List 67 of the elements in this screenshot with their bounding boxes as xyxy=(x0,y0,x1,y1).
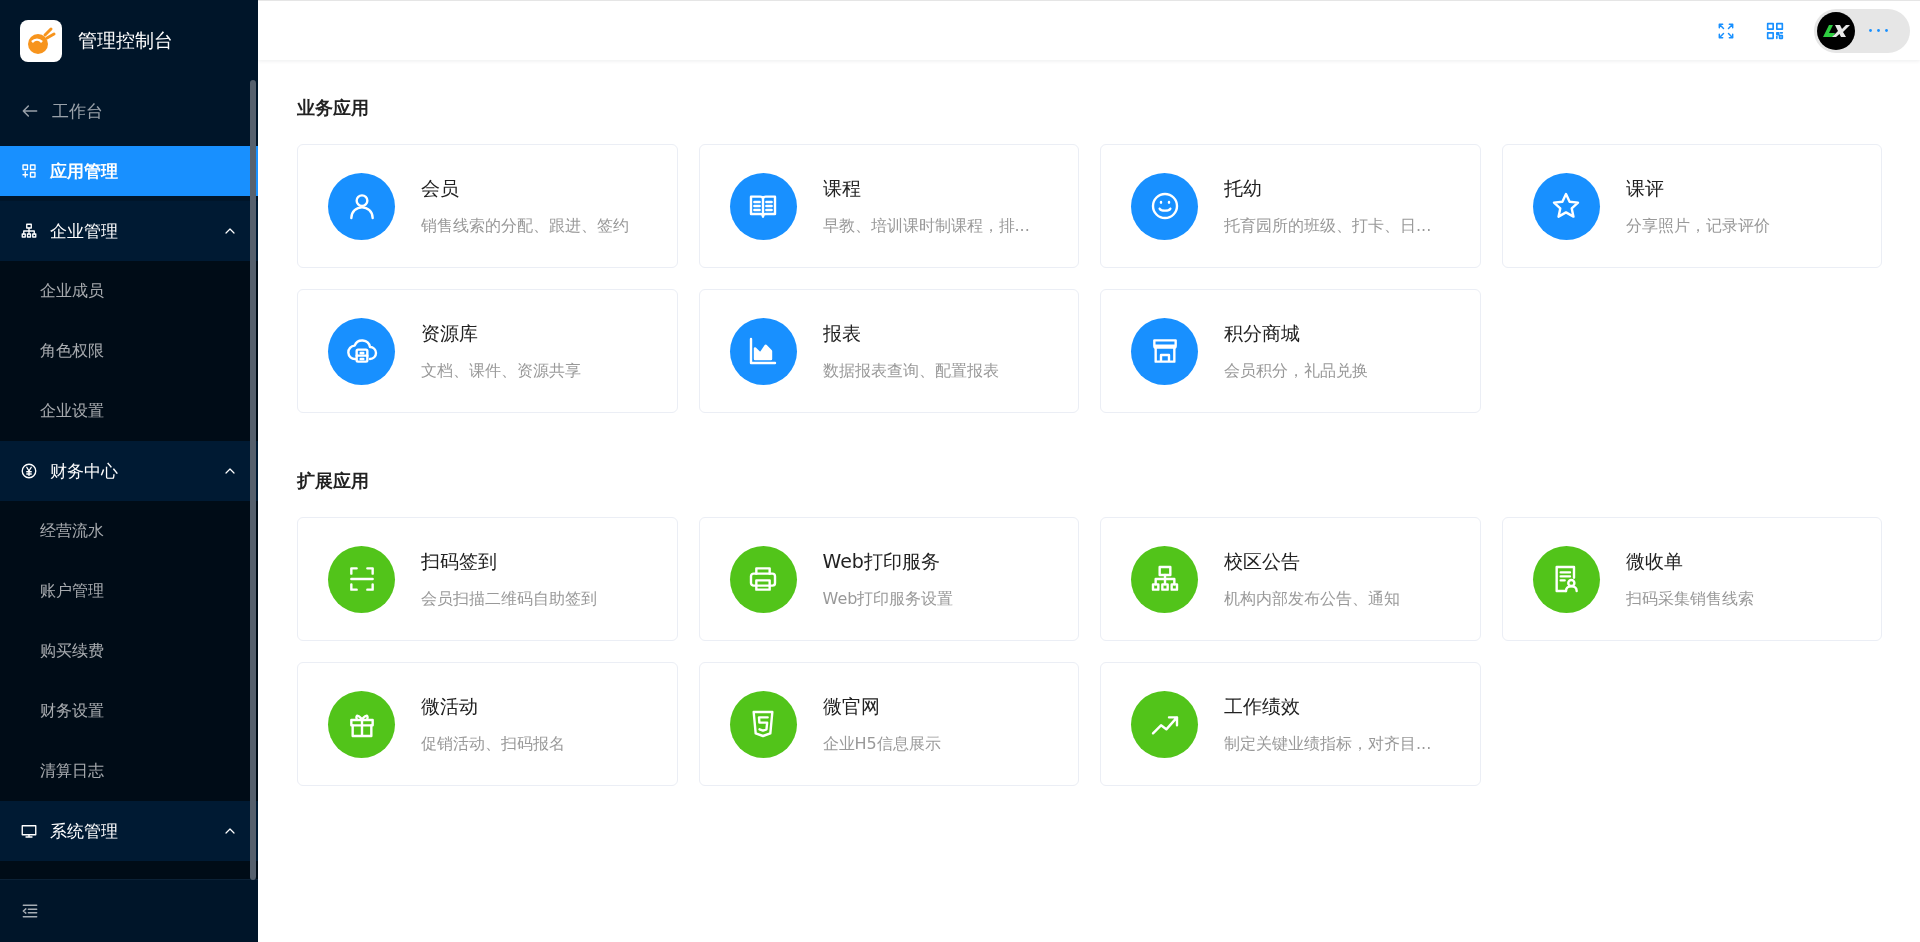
app-name: 微官网 xyxy=(822,693,880,719)
app-description: 文档、课件、资源共享 xyxy=(421,360,581,382)
app-card[interactable]: 资源库 文档、课件、资源共享 xyxy=(297,289,678,413)
app-name: 微活动 xyxy=(421,693,478,719)
submenu-item[interactable]: 经营流水 xyxy=(0,501,258,561)
menu-group[interactable]: 系统管理 xyxy=(0,801,258,861)
app-name: Web打印服务 xyxy=(822,548,940,574)
app-description: 早教、培训课时制课程，排... xyxy=(822,215,1030,237)
app-card[interactable]: 工作绩效 制定关键业绩指标，对齐目... xyxy=(1100,662,1481,786)
app-description: 分享照片，记录评价 xyxy=(1625,215,1770,237)
app-description: 数据报表查询、配置报表 xyxy=(822,360,999,382)
app-card[interactable]: 校区公告 机构内部发布公告、通知 xyxy=(1100,517,1481,641)
user-menu[interactable] xyxy=(1814,8,1910,53)
app-card[interactable]: 微活动 促销活动、扫码报名 xyxy=(297,662,678,786)
more-dots-icon xyxy=(1869,29,1888,32)
submenu-item[interactable]: 购买续费 xyxy=(0,621,258,681)
back-link[interactable]: 工作台 xyxy=(0,81,258,141)
app-description: 机构内部发布公告、通知 xyxy=(1224,588,1400,610)
submenu-item[interactable]: 清算日志 xyxy=(0,741,258,801)
app-name: 积分商城 xyxy=(1224,320,1300,346)
app-logo xyxy=(20,19,62,62)
submenu-item[interactable]: 财务设置 xyxy=(0,681,258,741)
app-card[interactable]: Web打印服务 Web打印服务设置 xyxy=(698,517,1079,641)
app-card[interactable]: 扫码签到 会员扫描二维码自助签到 xyxy=(297,517,678,641)
section-title: 扩展应用 xyxy=(297,469,369,493)
app-name: 微收单 xyxy=(1625,548,1683,574)
app-card[interactable]: 报表 数据报表查询、配置报表 xyxy=(698,289,1079,413)
app-name: 会员 xyxy=(421,175,459,201)
submenu-item[interactable]: 账户管理 xyxy=(0,561,258,621)
app-card[interactable]: 微官网 企业H5信息展示 xyxy=(698,662,1079,786)
app-description: 扫码采集销售线索 xyxy=(1625,588,1754,610)
app-card[interactable]: 托幼 托育园所的班级、打卡、日... xyxy=(1100,144,1481,268)
app-description: 托育园所的班级、打卡、日... xyxy=(1224,215,1432,237)
monitor-icon xyxy=(20,822,38,840)
app-card[interactable]: 课程 早教、培训课时制课程，排... xyxy=(698,144,1079,268)
app-name: 课程 xyxy=(822,175,861,201)
app-name: 托幼 xyxy=(1224,175,1262,201)
app-card[interactable]: 课评 分享照片，记录评价 xyxy=(1501,144,1882,268)
submenu-item[interactable]: 企业设置 xyxy=(0,381,258,441)
grid-icon xyxy=(20,162,38,180)
app-card[interactable]: 积分商城 会员积分，礼品兑换 xyxy=(1100,289,1481,413)
menu-group[interactable]: 企业管理 xyxy=(0,201,258,261)
console-title: 管理控制台 xyxy=(78,27,173,53)
app-description: Web打印服务设置 xyxy=(822,588,954,610)
app-card[interactable]: 会员 销售线索的分配、跟进、签约 xyxy=(297,144,678,268)
submenu-item[interactable]: 企业成员 xyxy=(0,261,258,321)
yen-icon xyxy=(20,462,38,480)
submenu-item[interactable]: 角色权限 xyxy=(0,321,258,381)
section-title: 业务应用 xyxy=(297,96,369,120)
app-name: 课评 xyxy=(1625,175,1664,201)
app-description: 制定关键业绩指标，对齐目... xyxy=(1224,733,1432,755)
app-name: 报表 xyxy=(822,320,861,346)
avatar xyxy=(1817,11,1855,50)
app-description: 销售线索的分配、跟进、签约 xyxy=(421,215,629,237)
sitemap-icon xyxy=(20,222,38,240)
app-name: 校区公告 xyxy=(1224,548,1300,574)
menu-group[interactable]: 财务中心 xyxy=(0,441,258,501)
app-description: 会员积分，礼品兑换 xyxy=(1224,360,1368,382)
app-description: 会员扫描二维码自助签到 xyxy=(421,588,597,610)
app-description: 促销活动、扫码报名 xyxy=(421,733,565,755)
app-name: 扫码签到 xyxy=(421,548,497,574)
app-card[interactable]: 微收单 扫码采集销售线索 xyxy=(1501,517,1882,641)
app-description: 企业H5信息展示 xyxy=(822,733,941,755)
app-name: 资源库 xyxy=(421,320,478,346)
area-chart-icon xyxy=(747,335,779,367)
collapse-menu-icon xyxy=(20,901,40,921)
app-name: 工作绩效 xyxy=(1224,693,1300,719)
